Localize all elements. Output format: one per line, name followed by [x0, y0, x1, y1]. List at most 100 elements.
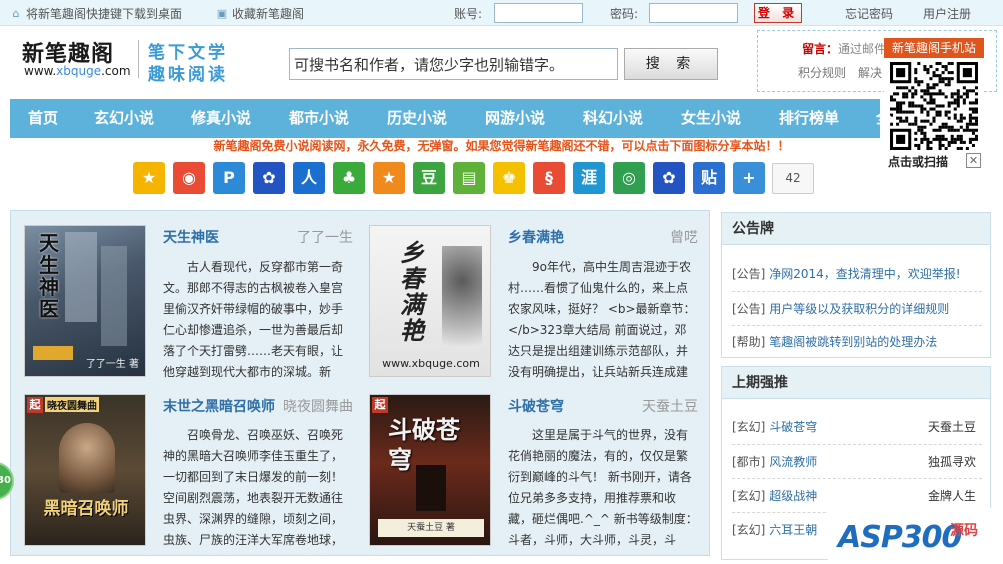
register-link[interactable]: 用户注册	[923, 5, 971, 22]
nav-item-female[interactable]: 女生小说	[681, 99, 741, 138]
login-button[interactable]: 登 录	[754, 3, 802, 23]
notice-item-2[interactable]: [公告] 用户等级以及获取积分的详细规则	[732, 300, 949, 317]
book-desc-1: 古人看现代，反穿都市第一奇文。那郎不得志的古枫被卷入皇宫里偷汉齐奸带绿帽的破事中…	[163, 260, 344, 379]
share-baidu-icon[interactable]: ✿	[253, 162, 285, 194]
qidian-badge-3: 起	[27, 397, 43, 413]
book-title-4[interactable]: 斗破苍穹	[508, 396, 564, 416]
book-author-1[interactable]: 了了一生	[281, 227, 353, 247]
recommend-board-title: 上期强推	[722, 367, 990, 399]
favorite-link[interactable]: ▣ 收藏新笔趣阁	[216, 5, 304, 22]
qidian-badge-4: 起	[372, 397, 388, 413]
share-bookmark-icon[interactable]: ▤	[453, 162, 485, 194]
notice-board-title: 公告牌	[722, 213, 990, 245]
share-tencent-weibo-icon[interactable]: P	[213, 162, 245, 194]
nav-item-fantasy[interactable]: 玄幻小说	[94, 99, 154, 138]
rank-item-3[interactable]: [玄幻] 超级战神	[732, 487, 817, 504]
cover-title-1: 天生神医	[39, 231, 59, 321]
share-baidu-hi-icon[interactable]: ✿	[653, 162, 685, 194]
rank-item-2[interactable]: [都市] 风流教师	[732, 453, 817, 470]
rank-author-2[interactable]: 独孤寻欢	[928, 453, 976, 470]
book-desc-2: 9o年代，高中生周吉混迹于农村……看惯了仙鬼什么的，来上点农家风味，挺好？ <b…	[508, 260, 696, 379]
book-cover-3[interactable]: 起 晓夜圆舞曲 黑暗召唤师	[24, 394, 146, 546]
share-netease-icon[interactable]: ◎	[613, 162, 645, 194]
message-label: 留言：	[802, 42, 839, 56]
book-title-1[interactable]: 天生神医	[163, 227, 219, 247]
notice-tag: [帮助]	[732, 335, 766, 349]
cover-author-1: 了了一生 著	[85, 359, 139, 370]
notice-tag: [公告]	[732, 302, 766, 316]
password-input[interactable]	[649, 3, 738, 23]
score-rules-link[interactable]: 积分规则	[798, 64, 846, 81]
rank-link[interactable]: 风流教师	[769, 455, 817, 469]
share-more-icon[interactable]: +	[733, 162, 765, 194]
account-input[interactable]	[494, 3, 583, 23]
book-cover-2[interactable]: 乡春满艳 www.xbquge.com	[369, 225, 491, 377]
share-kaixin-icon[interactable]: ♣	[333, 162, 365, 194]
nav-item-scifi[interactable]: 科幻小说	[583, 99, 643, 138]
share-count[interactable]: 42	[772, 163, 814, 194]
favorite-icon: ▣	[216, 6, 228, 20]
message-text[interactable]: 通过邮件	[838, 40, 886, 57]
favorite-label: 收藏新笔趣阁	[232, 7, 305, 21]
notice-link[interactable]: 净网2014，查找清理中，欢迎举报!	[769, 267, 960, 281]
rank-item-4[interactable]: [玄幻] 六耳王朝	[732, 521, 817, 538]
nav-item-ranking[interactable]: 排行榜单	[779, 99, 839, 138]
cover-url-2: www.xbquge.com	[382, 357, 480, 370]
logo-divider	[138, 40, 139, 78]
book-author-3[interactable]: 晓夜圆舞曲	[281, 396, 353, 416]
book-cover-4[interactable]: 起 斗破苍穹 天蚕土豆 著	[369, 394, 491, 546]
share-tieba-icon[interactable]: 贴	[693, 162, 725, 194]
nav-item-all[interactable]: 全	[876, 99, 891, 138]
site-url-prefix: www.	[24, 64, 57, 78]
cover-title-2: 乡春满艳	[400, 239, 424, 345]
share-tianya-icon[interactable]: 涯	[573, 162, 605, 194]
share-sohu-icon[interactable]: §	[533, 162, 565, 194]
search-button[interactable]: 搜 索	[624, 48, 718, 80]
desktop-shortcut-label: 将新笔趣阁快捷键下载到桌面	[26, 7, 183, 21]
rank-link[interactable]: 六耳王朝	[769, 523, 817, 537]
nav-item-xiuzhen[interactable]: 修真小说	[191, 99, 251, 138]
share-qq-icon[interactable]: ♚	[493, 162, 525, 194]
notice-item-3[interactable]: [帮助] 笔趣阁被跳转到别站的处理办法	[732, 333, 937, 350]
top-bar: ⌂ 将新笔趣阁快捷键下载到桌面 ▣ 收藏新笔趣阁 账号: 密码: 登 录 忘记密…	[0, 0, 1003, 26]
desktop-shortcut-link[interactable]: ⌂ 将新笔趣阁快捷键下载到桌面	[10, 5, 183, 22]
notice-link[interactable]: 笔趣阁被跳转到别站的处理办法	[769, 335, 937, 349]
rank-link[interactable]: 斗破苍穹	[769, 420, 817, 434]
rank-item-1[interactable]: [玄幻] 斗破苍穹	[732, 418, 817, 435]
watermark-sub: 源码	[950, 523, 978, 539]
main-nav: 首页 玄幻小说 修真小说 都市小说 历史小说 网游小说 科幻小说 女生小说 排行…	[10, 99, 891, 138]
notice-item-1[interactable]: [公告] 净网2014，查找清理中，欢迎举报!	[732, 265, 961, 282]
book-desc-3: 召唤骨龙、召唤巫妖、召唤死神的黑暗大召唤师李佳玉重生了，一切都回到了末日爆发的前…	[163, 428, 344, 547]
mobile-site-title[interactable]: 新笔趣阁手机站	[884, 38, 984, 58]
watermark-main: ASP300	[838, 520, 962, 555]
share-renren-icon[interactable]: 人	[293, 162, 325, 194]
rank-link[interactable]: 超级战神	[769, 489, 817, 503]
share-qzone-icon[interactable]: ★	[133, 162, 165, 194]
book-author-2[interactable]: 曾呓	[631, 227, 698, 247]
site-url-suffix: .com	[101, 64, 131, 78]
site-url[interactable]: www.xbquge.com	[24, 64, 131, 78]
book-title-3[interactable]: 末世之黑暗召唤师	[163, 396, 275, 416]
desktop-icon: ⌂	[12, 6, 20, 20]
share-douban-star-icon[interactable]: ★	[373, 162, 405, 194]
notice-tag: [公告]	[732, 267, 766, 281]
nav-item-urban[interactable]: 都市小说	[289, 99, 349, 138]
close-icon[interactable]: ✕	[966, 153, 981, 168]
search-input[interactable]	[289, 48, 618, 80]
book-author-4[interactable]: 天蚕土豆	[631, 396, 698, 416]
forgot-password-link[interactable]: 忘记密码	[845, 5, 893, 22]
share-douban-icon[interactable]: 豆	[413, 162, 445, 194]
announcement: 新笔趣阁免费小说阅读网，永久免费，无弹窗。如果您觉得新笔趣阁还不错，可以点击下面…	[213, 139, 790, 153]
nav-item-history[interactable]: 历史小说	[387, 99, 447, 138]
rank-author-1[interactable]: 天蚕土豆	[928, 418, 976, 435]
notice-board: 公告牌 [公告] 净网2014，查找清理中，欢迎举报! [公告] 用户等级以及获…	[721, 212, 991, 358]
slogan-line2: 趣味阅读	[148, 65, 228, 85]
rank-author-3[interactable]: 金牌人生	[928, 487, 976, 504]
share-weibo-icon[interactable]: ◉	[173, 162, 205, 194]
notice-link[interactable]: 用户等级以及获取积分的详细规则	[769, 302, 949, 316]
nav-item-home[interactable]: 首页	[28, 99, 58, 138]
cover-author-4: 天蚕土豆 著	[378, 519, 484, 537]
nav-item-online-game[interactable]: 网游小说	[485, 99, 545, 138]
book-cover-1[interactable]: 天生神医 了了一生 著	[24, 225, 146, 377]
book-title-2[interactable]: 乡春满艳	[508, 227, 564, 247]
